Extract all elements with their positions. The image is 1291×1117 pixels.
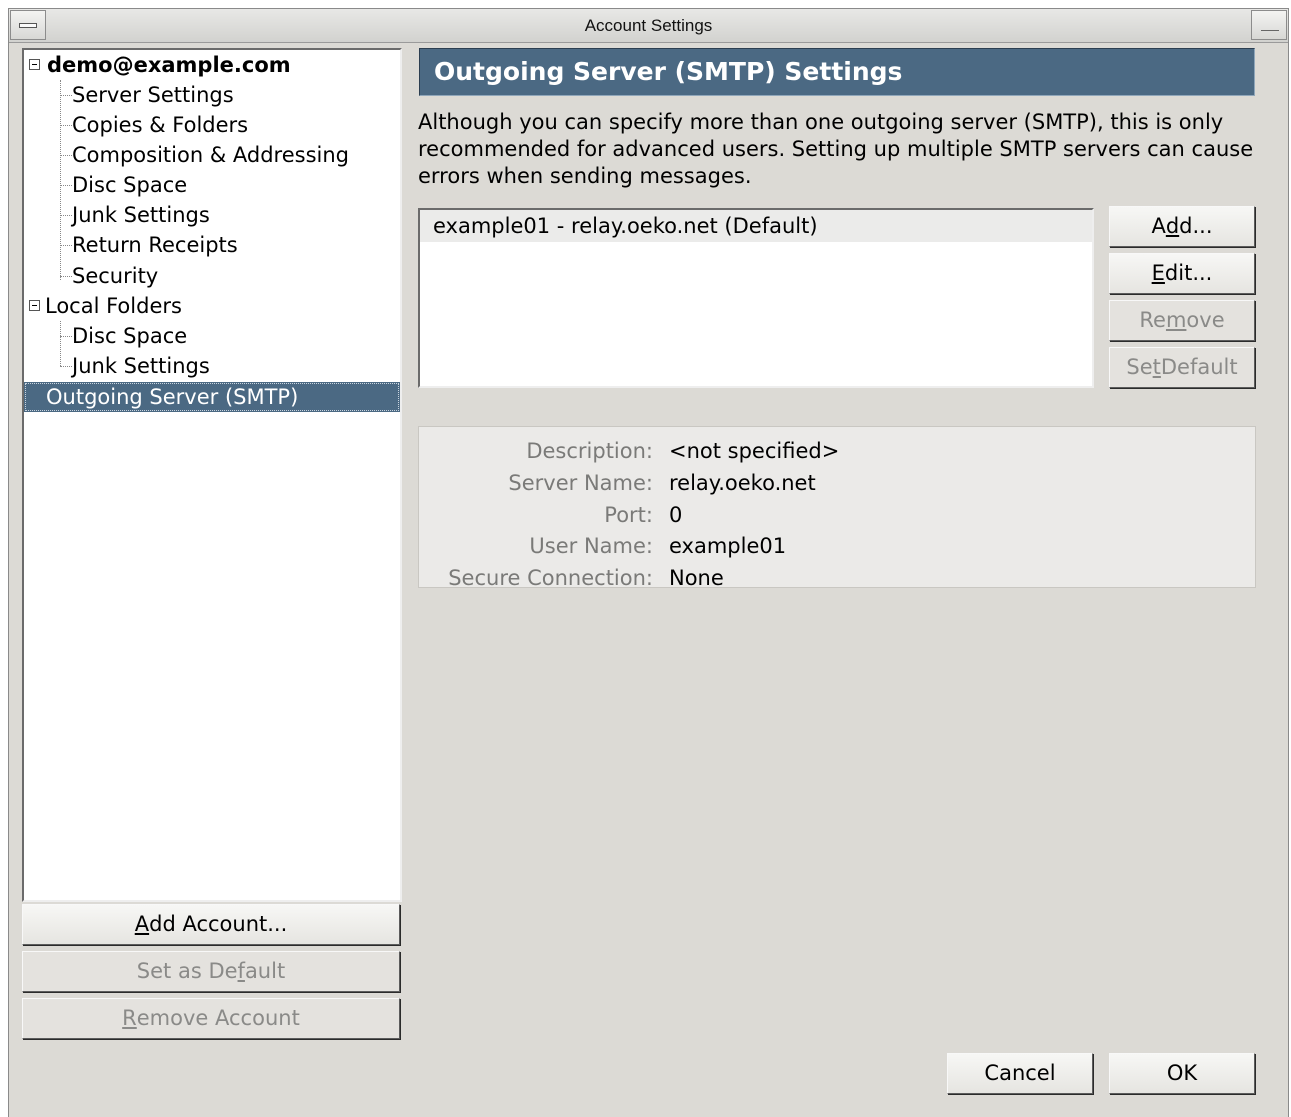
tree-item-account[interactable]: demo@example.com xyxy=(47,50,291,80)
tree-guide-line xyxy=(60,245,72,246)
window-title: Account Settings xyxy=(584,16,713,35)
smtp-server-list[interactable]: example01 - relay.oeko.net (Default) xyxy=(418,208,1094,388)
tree-guide-line xyxy=(60,185,72,186)
detail-value: None xyxy=(669,566,724,590)
detail-row-port: Port: 0 xyxy=(419,500,1255,530)
mnemonic-key: E xyxy=(1151,261,1165,285)
tree-guide-line xyxy=(60,321,61,366)
collapse-local-folders-icon[interactable] xyxy=(29,300,40,311)
title-bar: Account Settings xyxy=(9,9,1288,43)
button-label-part: Re xyxy=(1139,308,1166,332)
detail-label: Secure Connection: xyxy=(448,566,653,590)
button-label-part: d... xyxy=(1179,214,1213,238)
tree-item-local-junk-settings[interactable]: Junk Settings xyxy=(72,351,210,381)
detail-row-server-name: Server Name: relay.oeko.net xyxy=(419,468,1255,498)
button-label-part: Default xyxy=(1160,355,1238,379)
detail-label: Description: xyxy=(526,439,653,463)
mnemonic-key: d xyxy=(1165,214,1180,238)
detail-row-description: Description: <not specified> xyxy=(419,436,1255,466)
tree-guide-line xyxy=(60,95,72,96)
button-label-part: Se xyxy=(1126,355,1153,379)
button-label-part: A xyxy=(1151,214,1166,238)
button-label-part: ault xyxy=(244,959,286,983)
tree-guide-line xyxy=(60,155,72,156)
tree-guide-line xyxy=(60,215,72,216)
tree-item-composition-addressing[interactable]: Composition & Addressing xyxy=(72,140,349,170)
mnemonic-key: f xyxy=(237,959,245,983)
detail-value: 0 xyxy=(669,503,683,527)
edit-server-button[interactable]: Edit... xyxy=(1109,253,1255,294)
tree-guide-line xyxy=(60,336,72,337)
account-tree[interactable]: demo@example.com Server Settings Copies … xyxy=(22,48,402,902)
mnemonic-key: A xyxy=(134,912,150,936)
server-details-panel: Description: <not specified> Server Name… xyxy=(418,426,1256,590)
button-label-part: dd Account... xyxy=(149,912,288,936)
add-server-button[interactable]: Add... xyxy=(1109,206,1255,247)
button-label-part: emove Account xyxy=(136,1006,300,1030)
detail-row-user-name: User Name: example01 xyxy=(419,531,1255,561)
button-label-part: Set as De xyxy=(136,959,238,983)
detail-value: relay.oeko.net xyxy=(669,471,816,495)
tree-item-junk-settings[interactable]: Junk Settings xyxy=(72,200,210,230)
tree-item-outgoing-server[interactable]: Outgoing Server (SMTP) xyxy=(24,382,400,412)
remove-server-button[interactable]: Remove xyxy=(1109,300,1255,341)
smtp-description: Although you can specify more than one o… xyxy=(418,110,1254,188)
detail-label: Port: xyxy=(604,503,653,527)
minimize-icon xyxy=(1261,30,1279,32)
tree-item-return-receipts[interactable]: Return Receipts xyxy=(72,230,238,260)
button-label-part: ove xyxy=(1186,308,1225,332)
page-title: Outgoing Server (SMTP) Settings xyxy=(419,48,1255,96)
tree-guide-line xyxy=(60,80,61,280)
tree-item-server-settings[interactable]: Server Settings xyxy=(72,80,234,110)
tree-guide-line xyxy=(60,366,72,367)
remove-account-button[interactable]: Remove Account xyxy=(22,998,400,1039)
tree-item-disc-space[interactable]: Disc Space xyxy=(72,170,187,200)
detail-value: <not specified> xyxy=(669,439,840,463)
tree-guide-line xyxy=(60,125,72,126)
collapse-account-icon[interactable] xyxy=(29,59,40,70)
minimize-button[interactable] xyxy=(1251,10,1287,40)
detail-label: User Name: xyxy=(529,534,653,558)
button-label-part: dit... xyxy=(1164,261,1213,285)
tree-item-copies-folders[interactable]: Copies & Folders xyxy=(72,110,248,140)
tree-item-local-folders[interactable]: Local Folders xyxy=(45,291,182,321)
mnemonic-key: t xyxy=(1152,355,1161,379)
detail-row-secure-connection: Secure Connection: None xyxy=(419,563,1255,593)
tree-guide-line xyxy=(60,276,72,277)
add-account-button[interactable]: Add Account... xyxy=(22,904,400,945)
detail-label: Server Name: xyxy=(508,471,653,495)
mnemonic-key: m xyxy=(1165,308,1187,332)
cancel-button[interactable]: Cancel xyxy=(947,1053,1093,1094)
list-item[interactable]: example01 - relay.oeko.net (Default) xyxy=(420,210,1092,242)
tree-item-local-disc-space[interactable]: Disc Space xyxy=(72,321,187,351)
detail-value: example01 xyxy=(669,534,787,558)
mnemonic-key: R xyxy=(122,1006,137,1030)
tree-item-security[interactable]: Security xyxy=(72,261,158,291)
set-as-default-button[interactable]: Set as Default xyxy=(22,951,400,992)
set-default-server-button[interactable]: Set Default xyxy=(1109,347,1255,388)
ok-button[interactable]: OK xyxy=(1109,1053,1255,1094)
